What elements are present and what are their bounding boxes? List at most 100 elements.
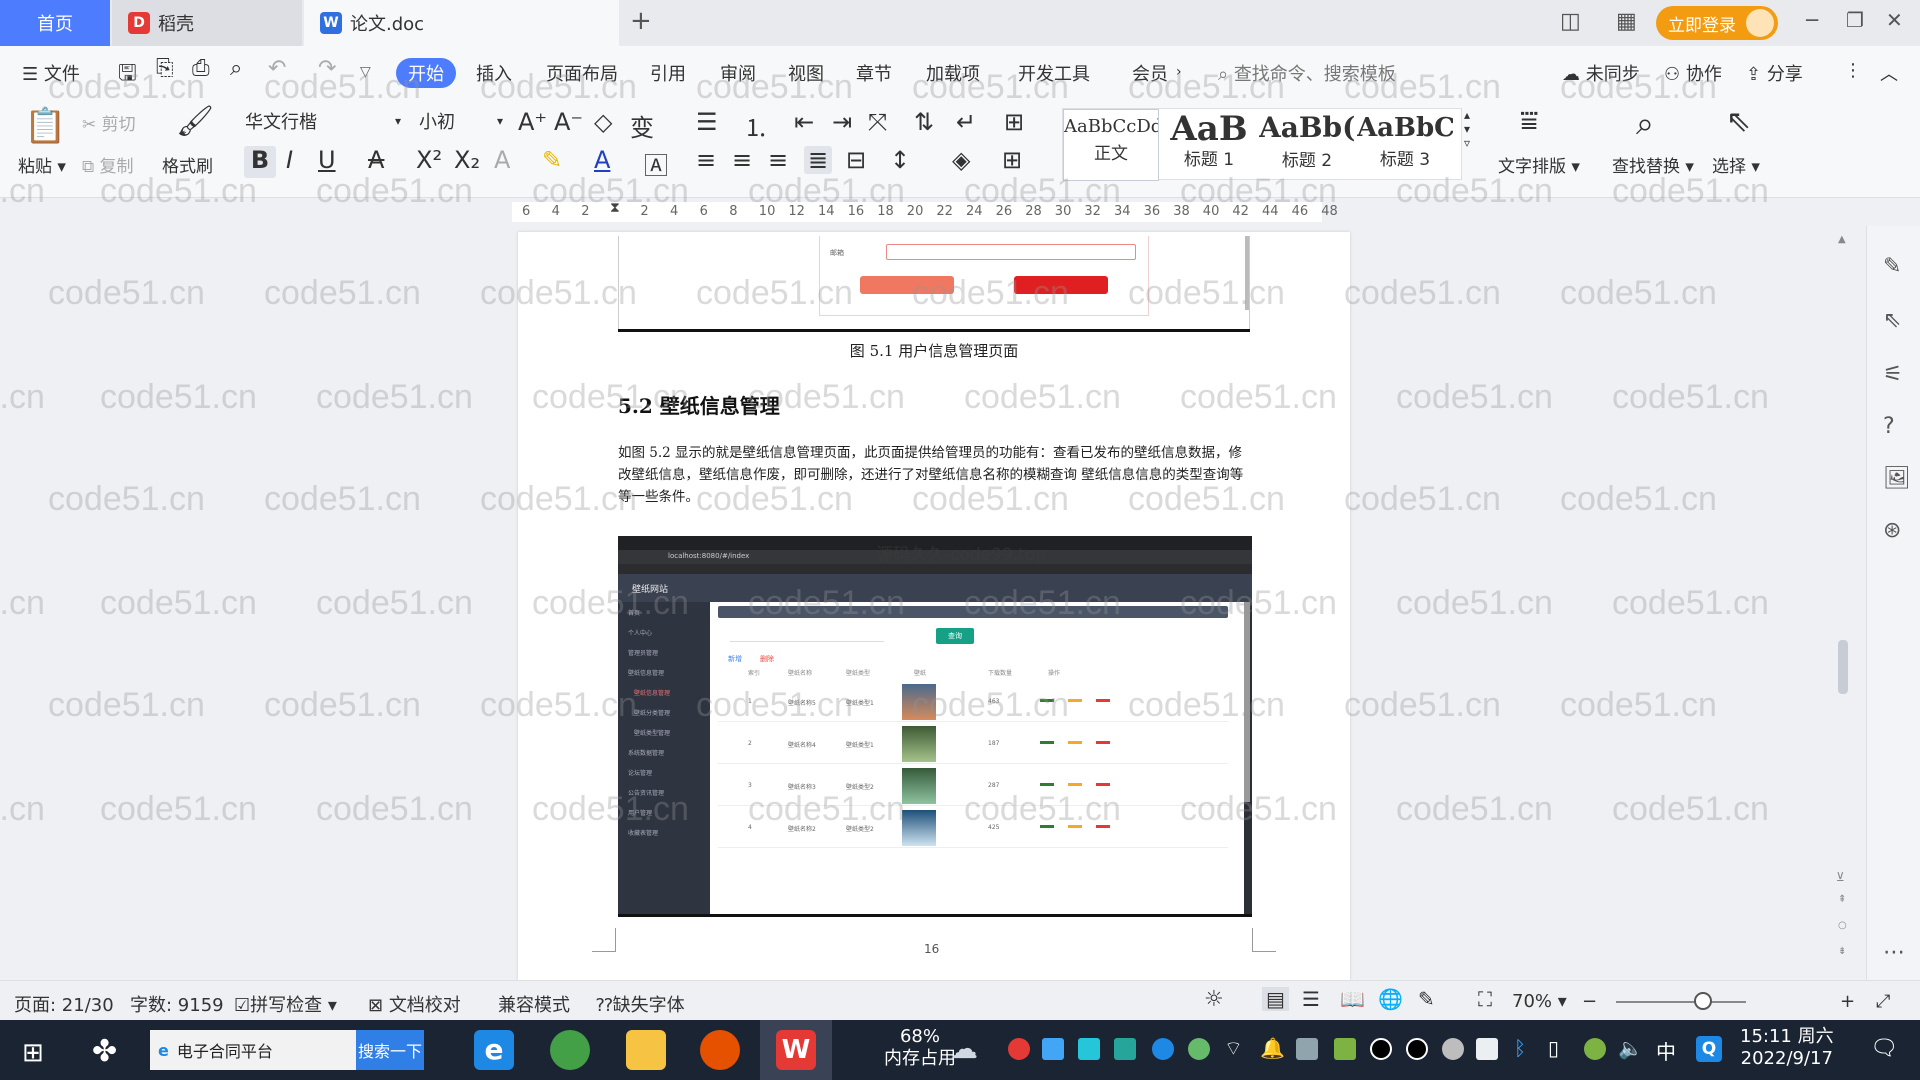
highlight-icon[interactable]: ✎	[542, 146, 562, 174]
tray-app-icon[interactable]	[1442, 1038, 1464, 1060]
font-size-select[interactable]: 小初 ▾	[410, 106, 510, 136]
layout-icon[interactable]: ◫	[1560, 9, 1581, 34]
minimize-icon[interactable]: ─	[1806, 8, 1818, 32]
zoom-slider-thumb[interactable]	[1694, 992, 1712, 1010]
battery-icon[interactable]	[1476, 1038, 1498, 1060]
taskbar-search-input[interactable]: e 电子合同平台	[150, 1030, 356, 1070]
login-button[interactable]: 立即登录	[1656, 6, 1778, 40]
sort-icon[interactable]: ⇅	[914, 108, 934, 136]
browser-360-icon[interactable]	[550, 1030, 590, 1070]
more-options-icon[interactable]: ⋮	[1844, 60, 1862, 81]
edit-pen-icon[interactable]: ✎	[1883, 254, 1901, 279]
eye-protect-icon[interactable]: ☼	[1204, 987, 1224, 1012]
file-explorer-icon[interactable]	[626, 1030, 666, 1070]
text-layout-button[interactable]: 文字排版 ▾	[1498, 152, 1580, 177]
menu-insert[interactable]: 插入	[476, 60, 512, 86]
find-replace-icon[interactable]: ⌕	[1636, 104, 1654, 143]
qq-icon[interactable]	[1406, 1038, 1428, 1060]
decrease-indent-icon[interactable]: ⇤	[794, 108, 814, 136]
notification-bell-icon[interactable]: 🔔	[1260, 1036, 1285, 1060]
tray-app-icon[interactable]	[1114, 1038, 1136, 1060]
usb-icon[interactable]: ▯	[1548, 1036, 1559, 1060]
select-button[interactable]: 选择 ▾	[1712, 152, 1760, 177]
bluetooth-icon[interactable]: ᛒ	[1514, 1036, 1526, 1060]
web-view-icon[interactable]: 🌐	[1378, 987, 1403, 1011]
taskbar-search-button[interactable]: 搜索一下	[356, 1030, 424, 1070]
prev-page-icon[interactable]: ⇞	[1838, 894, 1846, 905]
copy-button[interactable]: ⧉ 复制	[82, 152, 134, 177]
outline-view-icon[interactable]: ☰	[1302, 987, 1320, 1011]
zoom-out-icon[interactable]: −	[1582, 991, 1597, 1012]
print-preview-icon[interactable]: ⌕	[230, 56, 242, 81]
shield-icon[interactable]	[1152, 1038, 1174, 1060]
quick-access-dropdown-icon[interactable]: ▽	[360, 64, 371, 80]
cursor-icon[interactable]: ⇖	[1883, 308, 1901, 333]
print-icon[interactable]: ⎙	[192, 56, 210, 81]
tab-docer[interactable]: D 稻壳	[112, 0, 302, 46]
font-color-icon[interactable]: A	[594, 146, 610, 174]
horizontal-ruler[interactable]: 6 4 2 2 4 6 8 10 12 14 16 18 20 22 24 26 28 30 32 34 36 38 40 4…	[512, 200, 1338, 222]
line-spacing-icon[interactable]: ↕	[890, 146, 910, 174]
page-view-icon[interactable]: ▤	[1262, 987, 1289, 1011]
apps-grid-icon[interactable]: ▦	[1616, 9, 1637, 34]
menu-developer[interactable]: 开发工具	[1018, 60, 1090, 86]
tray-app-icon[interactable]	[1078, 1038, 1100, 1060]
save-icon[interactable]: 🖫	[118, 56, 137, 94]
strikethrough-icon[interactable]: A	[368, 146, 384, 174]
zoom-select[interactable]: 70% ▾	[1512, 991, 1567, 1012]
shrink-font-icon[interactable]: A⁻	[554, 108, 583, 136]
app-mask-icon[interactable]	[700, 1030, 740, 1070]
menu-references[interactable]: 引用	[650, 60, 686, 86]
underline-icon[interactable]: U	[318, 146, 336, 174]
style-heading-2[interactable]: AaBb( 标题 2	[1259, 109, 1355, 181]
ie-browser-icon[interactable]: e	[474, 1030, 514, 1070]
italic-icon[interactable]: I	[286, 146, 293, 174]
tray-app-icon[interactable]	[1008, 1038, 1030, 1060]
align-center-icon[interactable]: ≡	[732, 146, 752, 174]
wifi-icon[interactable]: ⌔	[1224, 1036, 1243, 1061]
menu-chapter[interactable]: 章节	[856, 60, 892, 86]
restore-icon[interactable]: ❐	[1846, 8, 1864, 32]
wps-taskbar-active[interactable]: W	[760, 1020, 832, 1080]
help-icon[interactable]: ?	[1883, 414, 1895, 439]
compass-icon[interactable]: ⊛	[1883, 518, 1901, 543]
menu-member[interactable]: 会员	[1132, 60, 1168, 86]
vertical-scrollbar[interactable]: ▲ ⊻ ⇞ ○ ⇟	[1834, 226, 1852, 980]
text-layout-icon[interactable]: ⩸	[1520, 104, 1538, 139]
nvidia-icon[interactable]	[1334, 1038, 1356, 1060]
cut-button[interactable]: ✂ 剪切	[82, 110, 136, 135]
word-count[interactable]: 字数: 9159	[130, 991, 224, 1017]
input-method-icon[interactable]: Q	[1696, 1036, 1722, 1062]
scroll-down-icon[interactable]: ⊻	[1836, 870, 1845, 884]
char-border-icon[interactable]: 🄰	[644, 146, 668, 181]
bullet-list-icon[interactable]: ☰	[696, 108, 718, 136]
justify-icon[interactable]: ≣	[804, 146, 833, 174]
distribute-icon[interactable]: ⊟	[846, 146, 866, 174]
weather-icon[interactable]: ☁	[950, 1032, 978, 1065]
close-icon[interactable]: ✕	[1886, 8, 1903, 32]
text-effect-icon[interactable]: A	[494, 146, 510, 174]
paste-icon[interactable]: 📋	[24, 106, 66, 146]
chinese-layout-icon[interactable]: ⤧	[868, 108, 887, 136]
export-icon[interactable]: ⎘	[156, 56, 174, 81]
zoom-slider[interactable]	[1616, 1001, 1746, 1003]
new-tab-plus-icon[interactable]: +	[630, 6, 652, 36]
align-right-icon[interactable]: ≡	[768, 146, 788, 174]
reading-view-icon[interactable]: 📖	[1340, 987, 1365, 1011]
memory-usage[interactable]: 68% 内存占用	[884, 1026, 956, 1070]
align-left-icon[interactable]: ≡	[696, 146, 716, 174]
missing-font-button[interactable]: ⁇缺失字体	[596, 991, 685, 1017]
more-icon[interactable]: ⋯	[1883, 940, 1905, 965]
clear-format-icon[interactable]: ◇	[594, 108, 612, 136]
adjust-icon[interactable]: ⚟	[1883, 362, 1903, 387]
grow-font-icon[interactable]: A⁺	[518, 108, 547, 136]
undo-icon[interactable]: ↶	[268, 56, 286, 81]
windows-start-icon[interactable]: ⊞	[22, 1038, 44, 1068]
phonetic-icon[interactable]: 变	[630, 108, 654, 143]
tray-app-icon[interactable]	[1188, 1038, 1210, 1060]
subscript-icon[interactable]: X₂	[454, 146, 480, 174]
menu-file[interactable]: ☰ 文件	[22, 60, 80, 86]
tray-app-icon[interactable]	[1296, 1038, 1318, 1060]
style-heading-3[interactable]: AaBbC 标题 3	[1357, 109, 1453, 181]
sync-button[interactable]: ☁ 未同步	[1562, 60, 1640, 86]
